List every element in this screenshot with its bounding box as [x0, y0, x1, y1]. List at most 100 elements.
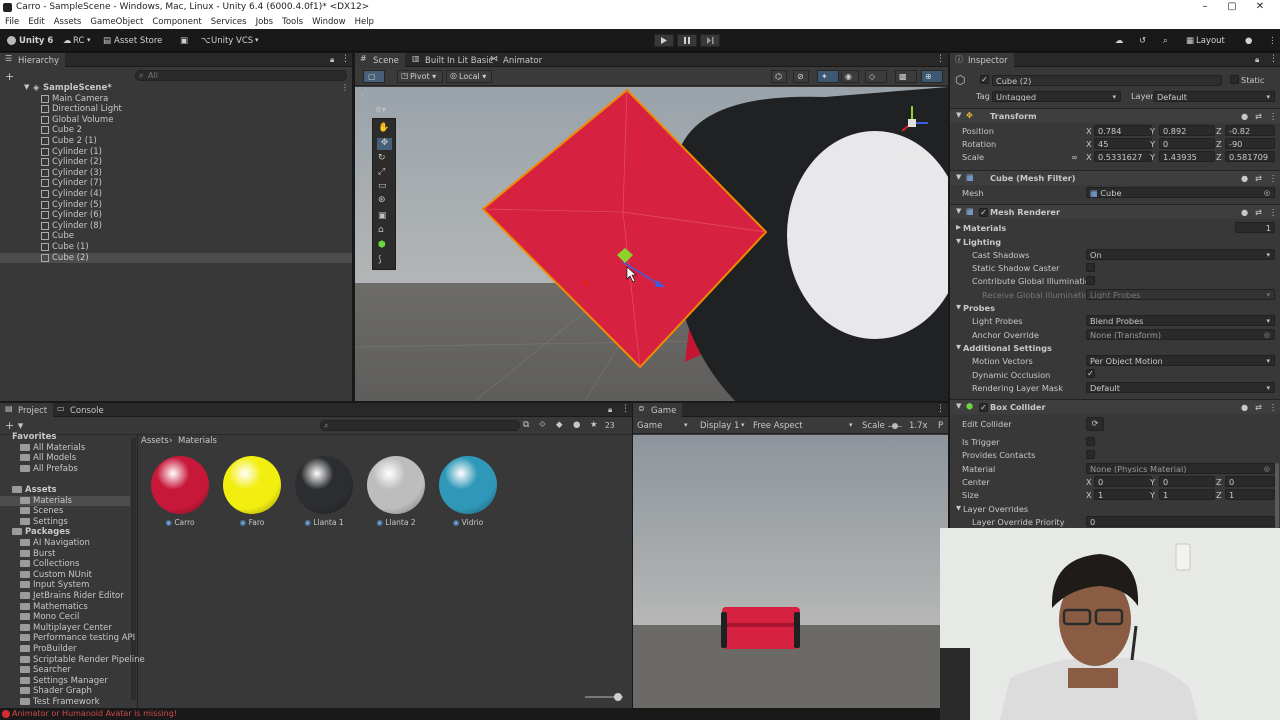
- package-item[interactable]: Scriptable Render Pipeline: [0, 655, 145, 666]
- chevron-right-icon[interactable]: ▶: [956, 223, 961, 231]
- center-x-field[interactable]: 0: [1094, 476, 1152, 487]
- layout-button[interactable]: Layout: [1196, 36, 1225, 46]
- motion-vectors-dropdown[interactable]: Per Object Motion ▾: [1086, 355, 1275, 366]
- overlay-toggle-icon[interactable]: ›: [361, 91, 364, 100]
- hierarchy-item[interactable]: Cylinder (3): [0, 168, 352, 179]
- favorite-icon[interactable]: ★: [590, 420, 598, 430]
- game-mode-dropdown[interactable]: Game: [637, 421, 662, 431]
- layer-override-priority-field[interactable]: 0: [1086, 516, 1275, 527]
- menu-tools[interactable]: Tools: [277, 15, 307, 27]
- package-item[interactable]: Custom NUnit: [0, 570, 130, 581]
- link-icon[interactable]: ∞: [1071, 152, 1078, 162]
- more-icon[interactable]: ⋮: [1269, 111, 1277, 121]
- materials-count-field[interactable]: 1: [1235, 222, 1275, 233]
- preset-icon[interactable]: ⇄: [1255, 173, 1262, 183]
- packages-foldout[interactable]: Packages: [0, 527, 130, 538]
- mesh-field[interactable]: ▦ Cube ◎: [1086, 187, 1275, 198]
- menu-edit[interactable]: Edit: [23, 15, 48, 27]
- hierarchy-item[interactable]: Main Camera: [0, 94, 352, 105]
- persp-label[interactable]: Persp: [896, 153, 918, 162]
- favorite-item[interactable]: All Prefabs: [0, 464, 130, 475]
- position-z-field[interactable]: -0.82: [1225, 125, 1275, 136]
- gizmos-button[interactable]: ⊕: [921, 70, 943, 83]
- dynamic-occlusion-checkbox[interactable]: ✓: [1086, 369, 1095, 378]
- more-icon[interactable]: ⋮: [1269, 173, 1277, 183]
- transform-header[interactable]: ▼ ✥ Transform ● ⇄ ⋮: [950, 108, 1280, 123]
- pivot-dropdown[interactable]: ◳ Pivot ▾: [397, 70, 443, 83]
- lighting-toggle-button[interactable]: ✦: [817, 70, 839, 83]
- hierarchy-item[interactable]: Cylinder (8): [0, 221, 352, 232]
- position-x-field[interactable]: 0.784: [1094, 125, 1152, 136]
- anchor-override-field[interactable]: None (Transform) ◎: [1086, 329, 1275, 340]
- package-item[interactable]: Collections: [0, 559, 130, 570]
- center-z-field[interactable]: 0: [1225, 476, 1275, 487]
- local-dropdown[interactable]: ◎ Local ▾: [446, 70, 492, 83]
- hierarchy-item[interactable]: Cylinder (7): [0, 178, 352, 189]
- lock-icon[interactable]: 🔒︎: [1255, 55, 1259, 65]
- layer-dropdown[interactable]: Default ▾: [1153, 91, 1275, 102]
- target-icon[interactable]: ◎: [1264, 188, 1270, 197]
- breadcrumb-materials[interactable]: Materials: [178, 436, 217, 446]
- hierarchy-item[interactable]: Cylinder (6): [0, 210, 352, 221]
- path-tool-icon[interactable]: ⟆: [378, 255, 382, 265]
- hierarchy-item[interactable]: Global Volume: [0, 115, 352, 126]
- mesh-filter-header[interactable]: ▼ ▦ Cube (Mesh Filter) ● ⇄ ⋮: [950, 170, 1280, 185]
- visibility-icon[interactable]: ◉: [841, 70, 859, 83]
- collider-material-field[interactable]: None (Physics Material) ◎: [1086, 463, 1275, 474]
- light-probes-dropdown[interactable]: Blend Probes ▾: [1086, 315, 1275, 326]
- draw-mode-button[interactable]: ⌬: [771, 70, 787, 83]
- effects-button[interactable]: ◇: [865, 70, 887, 83]
- layer-overrides-foldout[interactable]: Layer Overrides: [963, 504, 1028, 514]
- help-icon[interactable]: ●: [1241, 207, 1248, 217]
- hierarchy-item[interactable]: Cube (1): [0, 242, 352, 253]
- menu-file[interactable]: File: [0, 15, 23, 27]
- package-item[interactable]: Performance testing API: [0, 633, 135, 644]
- hierarchy-item[interactable]: Cube 2: [0, 125, 352, 136]
- maximize-button[interactable]: ▢: [1222, 1, 1242, 14]
- assets-folder-item[interactable]: Scenes: [0, 506, 130, 517]
- rotation-z-field[interactable]: -90: [1225, 138, 1275, 149]
- cloud-services-icon[interactable]: ☁: [1115, 36, 1124, 46]
- rotation-x-field[interactable]: 45: [1094, 138, 1152, 149]
- favorite-item[interactable]: All Models: [0, 453, 130, 464]
- mesh-renderer-enabled-checkbox[interactable]: ✓: [979, 208, 988, 217]
- minimize-button[interactable]: –: [1195, 1, 1215, 14]
- scale-z-field[interactable]: 0.581709: [1225, 151, 1275, 162]
- package-item[interactable]: Input System: [0, 580, 130, 591]
- more-icon[interactable]: ⋮: [1269, 402, 1277, 412]
- package-item[interactable]: JetBrains Rider Editor: [0, 591, 130, 602]
- package-item[interactable]: AI Navigation: [0, 538, 130, 549]
- provides-contacts-checkbox[interactable]: [1086, 450, 1095, 459]
- more-icon[interactable]: ⋮: [1268, 36, 1277, 46]
- package-item[interactable]: Multiplayer Center: [0, 623, 130, 634]
- camera-settings-button[interactable]: ▩: [895, 70, 917, 83]
- size-y-field[interactable]: 1: [1159, 489, 1215, 500]
- menu-gameobject[interactable]: GameObject: [85, 15, 147, 27]
- asset-store-button[interactable]: Asset Store: [114, 36, 162, 46]
- is-trigger-checkbox[interactable]: [1086, 437, 1095, 446]
- material-asset[interactable]: ◉ Carro: [149, 455, 211, 527]
- material-asset[interactable]: ◉ Faro: [221, 455, 283, 527]
- more-icon[interactable]: ⋮: [1269, 207, 1277, 217]
- package-item[interactable]: Mono Cecil: [0, 612, 130, 623]
- box-collider-header[interactable]: ▼ ⬢ ✓ Box Collider ● ⇄ ⋮: [950, 399, 1280, 414]
- more-icon[interactable]: ⋮: [936, 54, 945, 64]
- edit-collider-button[interactable]: ⟳: [1086, 417, 1104, 431]
- active-checkbox[interactable]: ✓: [980, 75, 989, 84]
- hierarchy-search-input[interactable]: ⌕ All: [135, 70, 347, 81]
- history-icon[interactable]: ↺: [1139, 36, 1146, 46]
- package-icon[interactable]: ▣: [180, 36, 188, 46]
- scene-viewport[interactable]: [355, 87, 948, 401]
- hierarchy-item[interactable]: Cylinder (2): [0, 157, 352, 168]
- more-icon[interactable]: ⋮: [1269, 54, 1278, 64]
- more-icon[interactable]: ⋮: [936, 404, 945, 414]
- material-asset[interactable]: ◉ Llanta 2: [365, 455, 427, 527]
- package-item[interactable]: Mathematics: [0, 602, 130, 613]
- view-options-button[interactable]: ▢: [363, 70, 385, 83]
- tab-animator[interactable]: ⋈ Animator: [485, 53, 548, 67]
- box-collider-enabled-checkbox[interactable]: ✓: [979, 403, 988, 412]
- package-item[interactable]: Shader Graph: [0, 686, 130, 697]
- static-shadow-caster-checkbox[interactable]: [1086, 263, 1095, 272]
- display-dropdown[interactable]: Display 1: [700, 421, 739, 431]
- menu-help[interactable]: Help: [350, 15, 378, 27]
